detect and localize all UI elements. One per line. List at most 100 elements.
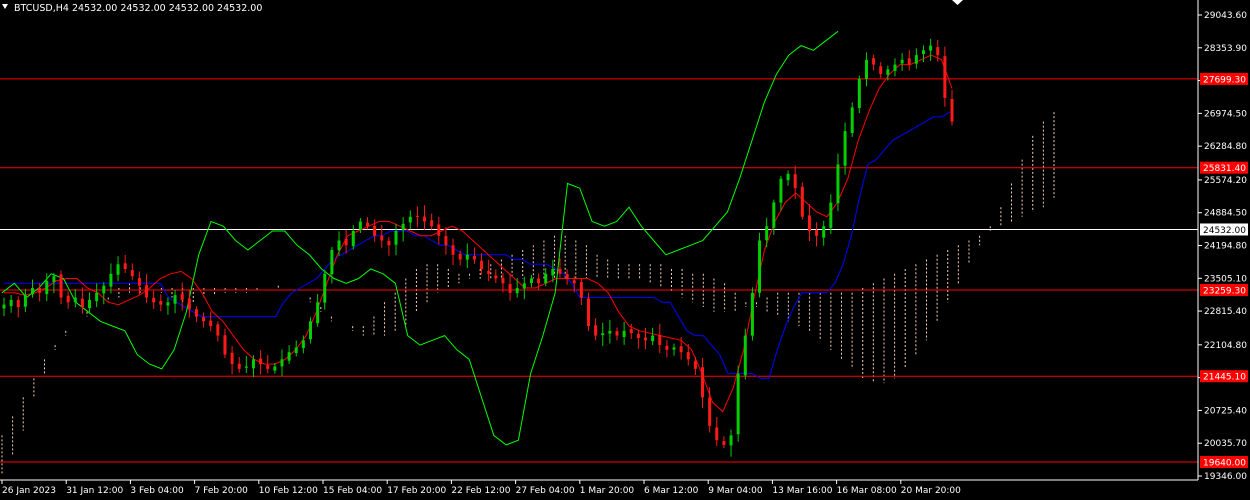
- price-chart[interactable]: 29043.6028353.9027664.2026974.5026284.80…: [0, 0, 1250, 500]
- candle-body: [95, 292, 99, 302]
- candle-body: [358, 221, 362, 230]
- candle-body: [579, 281, 583, 298]
- candle-body: [765, 226, 769, 241]
- candle-body: [394, 230, 398, 245]
- candle-body: [273, 366, 277, 371]
- candle-body: [259, 358, 263, 365]
- candle-body: [715, 427, 719, 441]
- candle-body: [415, 215, 419, 217]
- candle-body: [38, 288, 42, 293]
- candle-body: [736, 373, 740, 435]
- candle-body: [444, 236, 448, 246]
- candle-body: [266, 365, 270, 369]
- symbol-label: BTCUSD,H4: [14, 3, 69, 14]
- candle-body: [815, 230, 819, 236]
- candle-body: [337, 240, 341, 251]
- price-tick-label: 24884.50: [1204, 209, 1247, 219]
- candle-body: [722, 441, 726, 445]
- candle-body: [800, 186, 804, 217]
- candle-body: [458, 253, 462, 260]
- time-tick-label: 16 Mar 08:00: [837, 486, 897, 496]
- candle-body: [31, 288, 35, 295]
- candle-body: [544, 273, 548, 284]
- candle-body: [472, 256, 476, 260]
- candle-body: [758, 240, 762, 293]
- candle-body: [793, 174, 797, 189]
- candle-body: [886, 69, 890, 75]
- candle-body: [900, 59, 904, 64]
- candle-body: [280, 359, 284, 367]
- candle-body: [636, 333, 640, 338]
- candle-body: [9, 299, 13, 307]
- candle-body: [708, 397, 712, 426]
- time-tick-label: 6 Mar 12:00: [644, 486, 699, 496]
- candle-body: [515, 288, 519, 294]
- candle-body: [130, 270, 134, 277]
- candle-body: [373, 225, 377, 236]
- candle-body: [102, 285, 106, 294]
- candle-body: [750, 292, 754, 336]
- candle-body: [487, 270, 491, 274]
- candle-body: [914, 55, 918, 64]
- candle-body: [408, 216, 412, 223]
- candle-body: [301, 340, 305, 349]
- candle-body: [729, 435, 733, 446]
- candle-body: [494, 275, 498, 279]
- time-tick-label: 20 Mar 20:00: [901, 486, 961, 496]
- candle-body: [109, 273, 113, 287]
- candle-body: [864, 59, 868, 79]
- price-tick-label: 29043.60: [1204, 11, 1247, 21]
- candle-body: [644, 337, 648, 341]
- time-tick-label: 17 Feb 20:00: [387, 486, 446, 496]
- candle-body: [772, 202, 776, 228]
- candle-body: [615, 331, 619, 336]
- candle-body: [366, 222, 370, 227]
- candle-body: [380, 235, 384, 241]
- candle-body: [629, 329, 633, 334]
- price-tick-label: 26284.80: [1204, 142, 1247, 152]
- candle-body: [294, 347, 298, 354]
- candle-body: [558, 268, 562, 274]
- candle-body: [779, 178, 783, 203]
- price-tick-label: 19346.00: [1204, 472, 1247, 482]
- candle-body: [551, 269, 555, 276]
- candle-body: [608, 330, 612, 334]
- level-label: 19640.00: [1203, 459, 1246, 469]
- level-label: 24532.00: [1203, 226, 1246, 236]
- candle-body: [437, 224, 441, 236]
- level-label: 23259.30: [1203, 286, 1246, 296]
- price-tick-label: 20035.70: [1204, 439, 1247, 449]
- candle-body: [159, 301, 163, 305]
- candle-body: [601, 333, 605, 336]
- candle-body: [323, 273, 327, 303]
- candle-body: [80, 298, 84, 308]
- candle-body: [166, 302, 170, 306]
- candle-body: [137, 277, 141, 286]
- candle-body: [829, 202, 833, 228]
- candle-body: [665, 345, 669, 350]
- price-tick-label: 24194.80: [1204, 242, 1247, 252]
- candle-body: [66, 295, 70, 303]
- candle-body: [480, 260, 484, 270]
- time-tick-label: 10 Feb 12:00: [259, 486, 318, 496]
- candle-body: [850, 107, 854, 134]
- candle-body: [152, 297, 156, 303]
- candle-body: [879, 66, 883, 75]
- candle-body: [59, 274, 63, 298]
- candle-body: [237, 363, 241, 369]
- candle-body: [836, 164, 840, 204]
- candle-body: [693, 360, 697, 369]
- price-tick-label: 22815.40: [1204, 307, 1247, 317]
- candle-body: [786, 173, 790, 181]
- candle-body: [943, 56, 947, 98]
- candle-body: [230, 352, 234, 365]
- candle-body: [430, 220, 434, 227]
- candle-body: [508, 284, 512, 293]
- candle-body: [194, 309, 198, 317]
- candle-body: [202, 317, 206, 322]
- candle-body: [921, 50, 925, 55]
- candle-body: [701, 367, 705, 398]
- candle-body: [651, 335, 655, 342]
- level-label: 25831.40: [1203, 164, 1246, 174]
- candle-body: [16, 299, 20, 308]
